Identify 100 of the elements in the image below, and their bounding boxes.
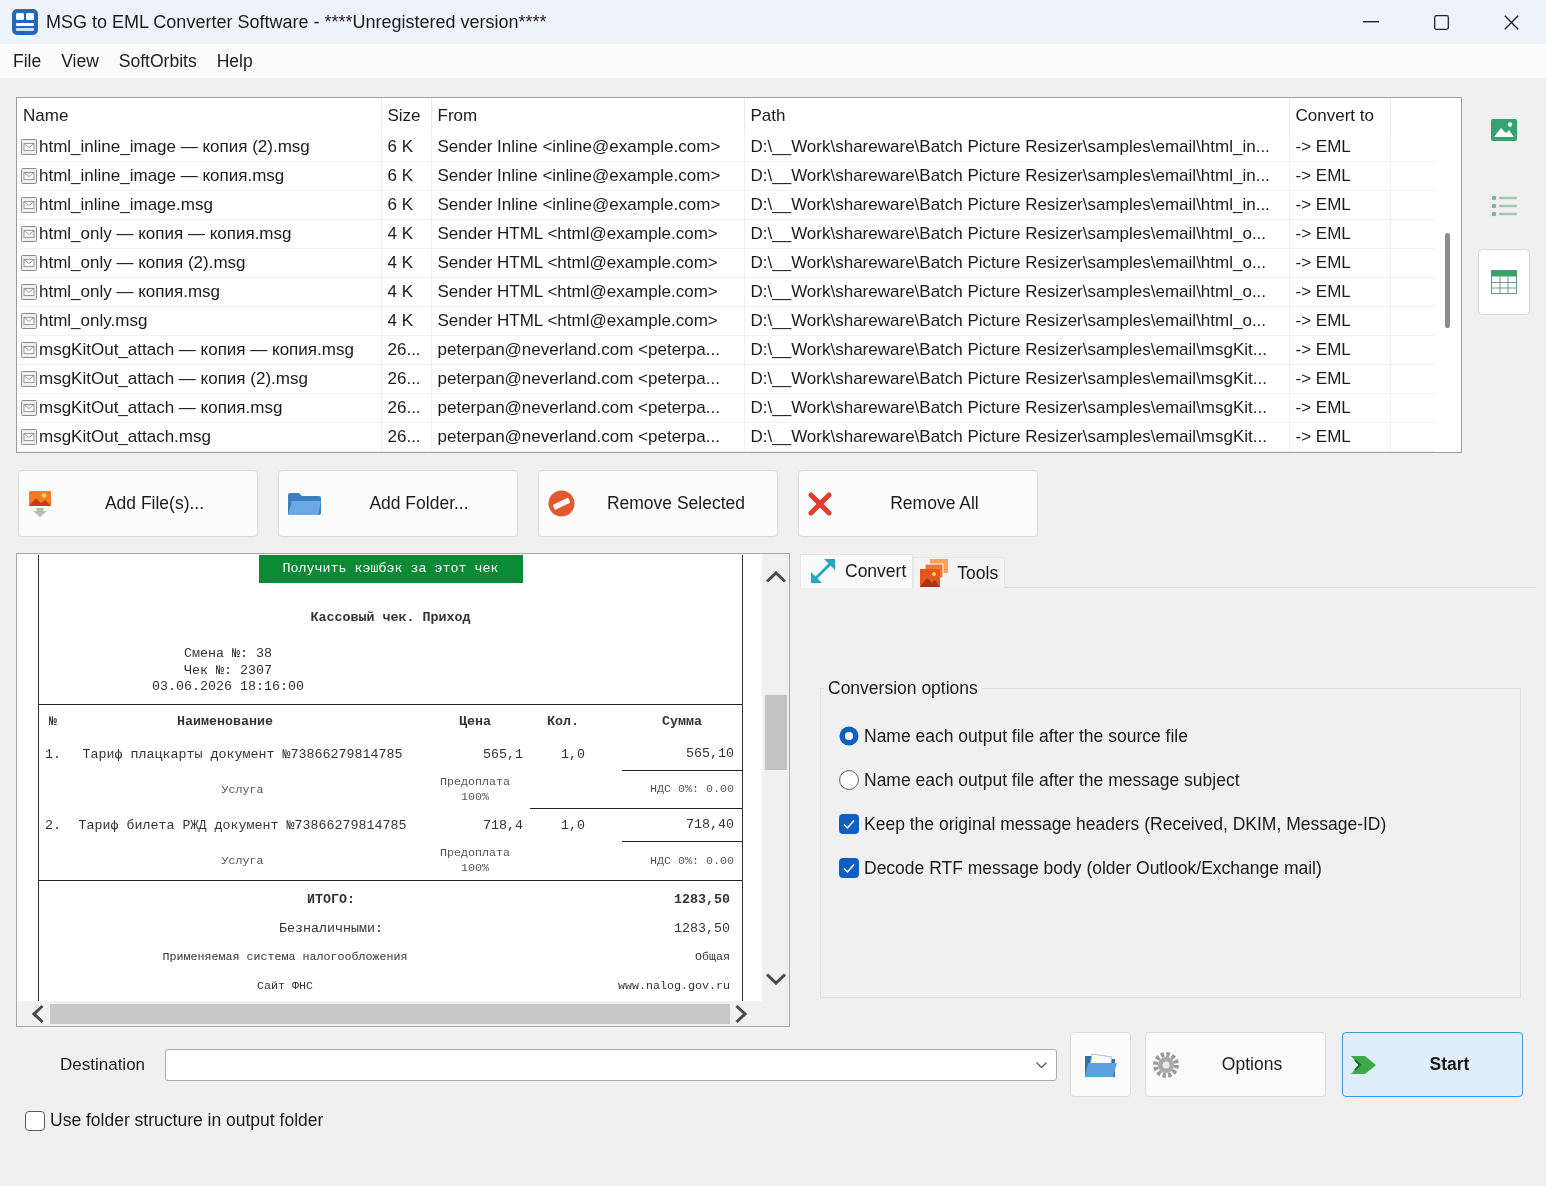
table-icon[interactable] bbox=[1478, 249, 1530, 315]
receipt-total-value: www.nalog.gov.ru bbox=[618, 979, 730, 993]
file-name: msgKitOut_attach — копия.msg bbox=[39, 398, 283, 418]
radio-button[interactable] bbox=[839, 770, 859, 790]
remove-all-button[interactable]: Remove All bbox=[798, 470, 1038, 537]
receipt-cell-text: Предоплата 100% bbox=[439, 774, 511, 805]
table-cell: -> EML bbox=[1289, 335, 1390, 365]
menu-item[interactable]: File bbox=[3, 50, 52, 72]
envelope-icon bbox=[21, 429, 37, 445]
receipt-info-line: Чек №: 2307 bbox=[184, 662, 272, 678]
remove-selected-button[interactable]: Remove Selected bbox=[538, 470, 778, 537]
receipt-cell: 1. bbox=[45, 746, 61, 762]
table-cell: Sender Inline <inline@example.com> bbox=[431, 161, 744, 191]
option-label: Name each output file after the source file bbox=[864, 725, 1188, 747]
table-cell: -> EML bbox=[1289, 393, 1390, 423]
menu-item[interactable]: Help bbox=[206, 50, 263, 72]
gear-icon bbox=[1153, 1051, 1179, 1078]
option-label: Use folder structure in output folder bbox=[50, 1110, 324, 1131]
column-header[interactable]: From bbox=[431, 98, 744, 133]
column-header[interactable]: Size bbox=[381, 98, 431, 133]
table-cell: D:\__Work\shareware\Batch Picture Resizer\samples\email\msgKit... bbox=[744, 422, 1289, 452]
table-cell: D:\__Work\shareware\Batch Picture Resizer\samples\email\html_in... bbox=[744, 161, 1289, 191]
receipt-column-header: Кол. bbox=[547, 713, 579, 729]
table-cell: -> EML bbox=[1289, 133, 1390, 162]
table-cell: D:\__Work\shareware\Batch Picture Resizer\samples\email\html_o... bbox=[744, 306, 1289, 336]
file-name: html_inline_image — копия.msg bbox=[39, 166, 285, 186]
receipt-info-line: 03.06.2026 18:16:00 bbox=[152, 679, 304, 694]
start-button[interactable]: Start bbox=[1342, 1032, 1523, 1097]
options-button[interactable]: Options bbox=[1145, 1032, 1326, 1097]
table-cell: Sender HTML <html@example.com> bbox=[431, 306, 744, 336]
chevron-right-icon[interactable] bbox=[735, 1003, 747, 1024]
pictures-icon bbox=[920, 559, 949, 587]
receipt-cell: Услуга bbox=[221, 782, 264, 797]
picture-icon[interactable] bbox=[1491, 117, 1517, 143]
table-cell: peterpan@neverland.com <peterpa... bbox=[431, 364, 744, 394]
receipt-title: Кассовый чек. Приход bbox=[310, 610, 471, 625]
table-cell: Sender Inline <inline@example.com> bbox=[431, 190, 744, 220]
table-cell: 26... bbox=[381, 335, 431, 365]
add-files-button[interactable]: Add File(s)... bbox=[18, 470, 258, 537]
destination-label: Destination bbox=[60, 1054, 147, 1075]
maximize-icon[interactable] bbox=[1433, 14, 1449, 30]
file-list[interactable] bbox=[16, 97, 1462, 453]
minimize-icon[interactable] bbox=[1363, 21, 1379, 23]
column-header[interactable]: Name bbox=[17, 98, 381, 133]
table-cell: peterpan@neverland.com <peterpa... bbox=[431, 422, 744, 452]
chevron-left-icon[interactable] bbox=[32, 1003, 44, 1024]
destination-field[interactable] bbox=[165, 1048, 1057, 1081]
option-label: Name each output file after the message subject bbox=[864, 769, 1240, 791]
tab[interactable]: Tools bbox=[913, 557, 1006, 588]
checkbox[interactable] bbox=[839, 858, 859, 878]
column-header[interactable]: Convert to bbox=[1289, 98, 1390, 133]
option-label: Decode RTF message body (older Outlook/Exchange mail) bbox=[864, 857, 1322, 879]
close-icon[interactable] bbox=[1503, 14, 1519, 30]
browse-button[interactable] bbox=[1070, 1032, 1131, 1097]
envelope-icon bbox=[21, 342, 37, 358]
envelope-icon bbox=[21, 255, 37, 271]
scrollbar-thumb[interactable] bbox=[1445, 233, 1450, 328]
scrollbar-thumb[interactable] bbox=[50, 1003, 730, 1024]
tab[interactable]: Convert bbox=[800, 554, 914, 588]
receipt-cell: 718,40 bbox=[686, 817, 734, 832]
scrollbar-thumb[interactable] bbox=[764, 695, 787, 770]
column-header[interactable]: Path bbox=[744, 98, 1289, 133]
table-cell: Sender HTML <html@example.com> bbox=[431, 219, 744, 249]
chevron-up-icon[interactable] bbox=[764, 571, 787, 583]
table-cell: 6 K bbox=[381, 190, 431, 220]
group-title: Conversion options bbox=[824, 678, 982, 698]
envelope-icon bbox=[21, 313, 37, 329]
receipt-cell: 1,0 bbox=[561, 746, 585, 762]
table-cell: 26... bbox=[381, 364, 431, 394]
table-cell: -> EML bbox=[1289, 248, 1390, 278]
file-name: html_only — копия (2).msg bbox=[39, 253, 246, 273]
menu-item[interactable]: View bbox=[51, 50, 109, 72]
receipt-cell: 565,1 bbox=[483, 746, 523, 762]
table-cell: 4 K bbox=[381, 219, 431, 249]
receipt-cell: Тариф плацкарты документ №73866279814785 bbox=[82, 746, 403, 762]
table-cell: -> EML bbox=[1289, 219, 1390, 249]
file-name: html_only — копия — копия.msg bbox=[39, 224, 292, 244]
cashback-banner[interactable]: Получить кэшбэк за этот чек bbox=[258, 555, 523, 583]
checkbox[interactable] bbox=[25, 1110, 45, 1131]
table-cell: Sender HTML <html@example.com> bbox=[431, 277, 744, 307]
receipt-info-line: Смена №: 38 bbox=[184, 646, 272, 661]
app-icon bbox=[12, 9, 38, 35]
table-cell: Sender HTML <html@example.com> bbox=[431, 248, 744, 278]
menu-item[interactable]: SoftOrbits bbox=[108, 50, 207, 72]
horizontal-scrollbar[interactable] bbox=[17, 1001, 762, 1026]
envelope-icon bbox=[21, 168, 37, 184]
receipt-column-header: Сумма bbox=[662, 713, 702, 729]
cross-icon bbox=[808, 491, 832, 516]
receipt-cell: Тариф билета РЖД документ №73866279814785 bbox=[78, 817, 407, 833]
add-folder-button[interactable]: Add Folder... bbox=[278, 470, 518, 537]
chevron-down-icon[interactable] bbox=[764, 973, 787, 985]
radio-button[interactable] bbox=[839, 726, 859, 746]
table-cell: D:\__Work\shareware\Batch Picture Resizer\samples\email\html_o... bbox=[744, 277, 1289, 307]
vertical-scrollbar[interactable] bbox=[762, 554, 789, 1001]
envelope-icon bbox=[21, 371, 37, 387]
checkbox[interactable] bbox=[839, 814, 859, 834]
table-cell: 26... bbox=[381, 393, 431, 423]
receipt-column-header: Цена bbox=[459, 713, 491, 729]
table-cell: 4 K bbox=[381, 306, 431, 336]
receipt-column-header: № bbox=[49, 713, 57, 729]
